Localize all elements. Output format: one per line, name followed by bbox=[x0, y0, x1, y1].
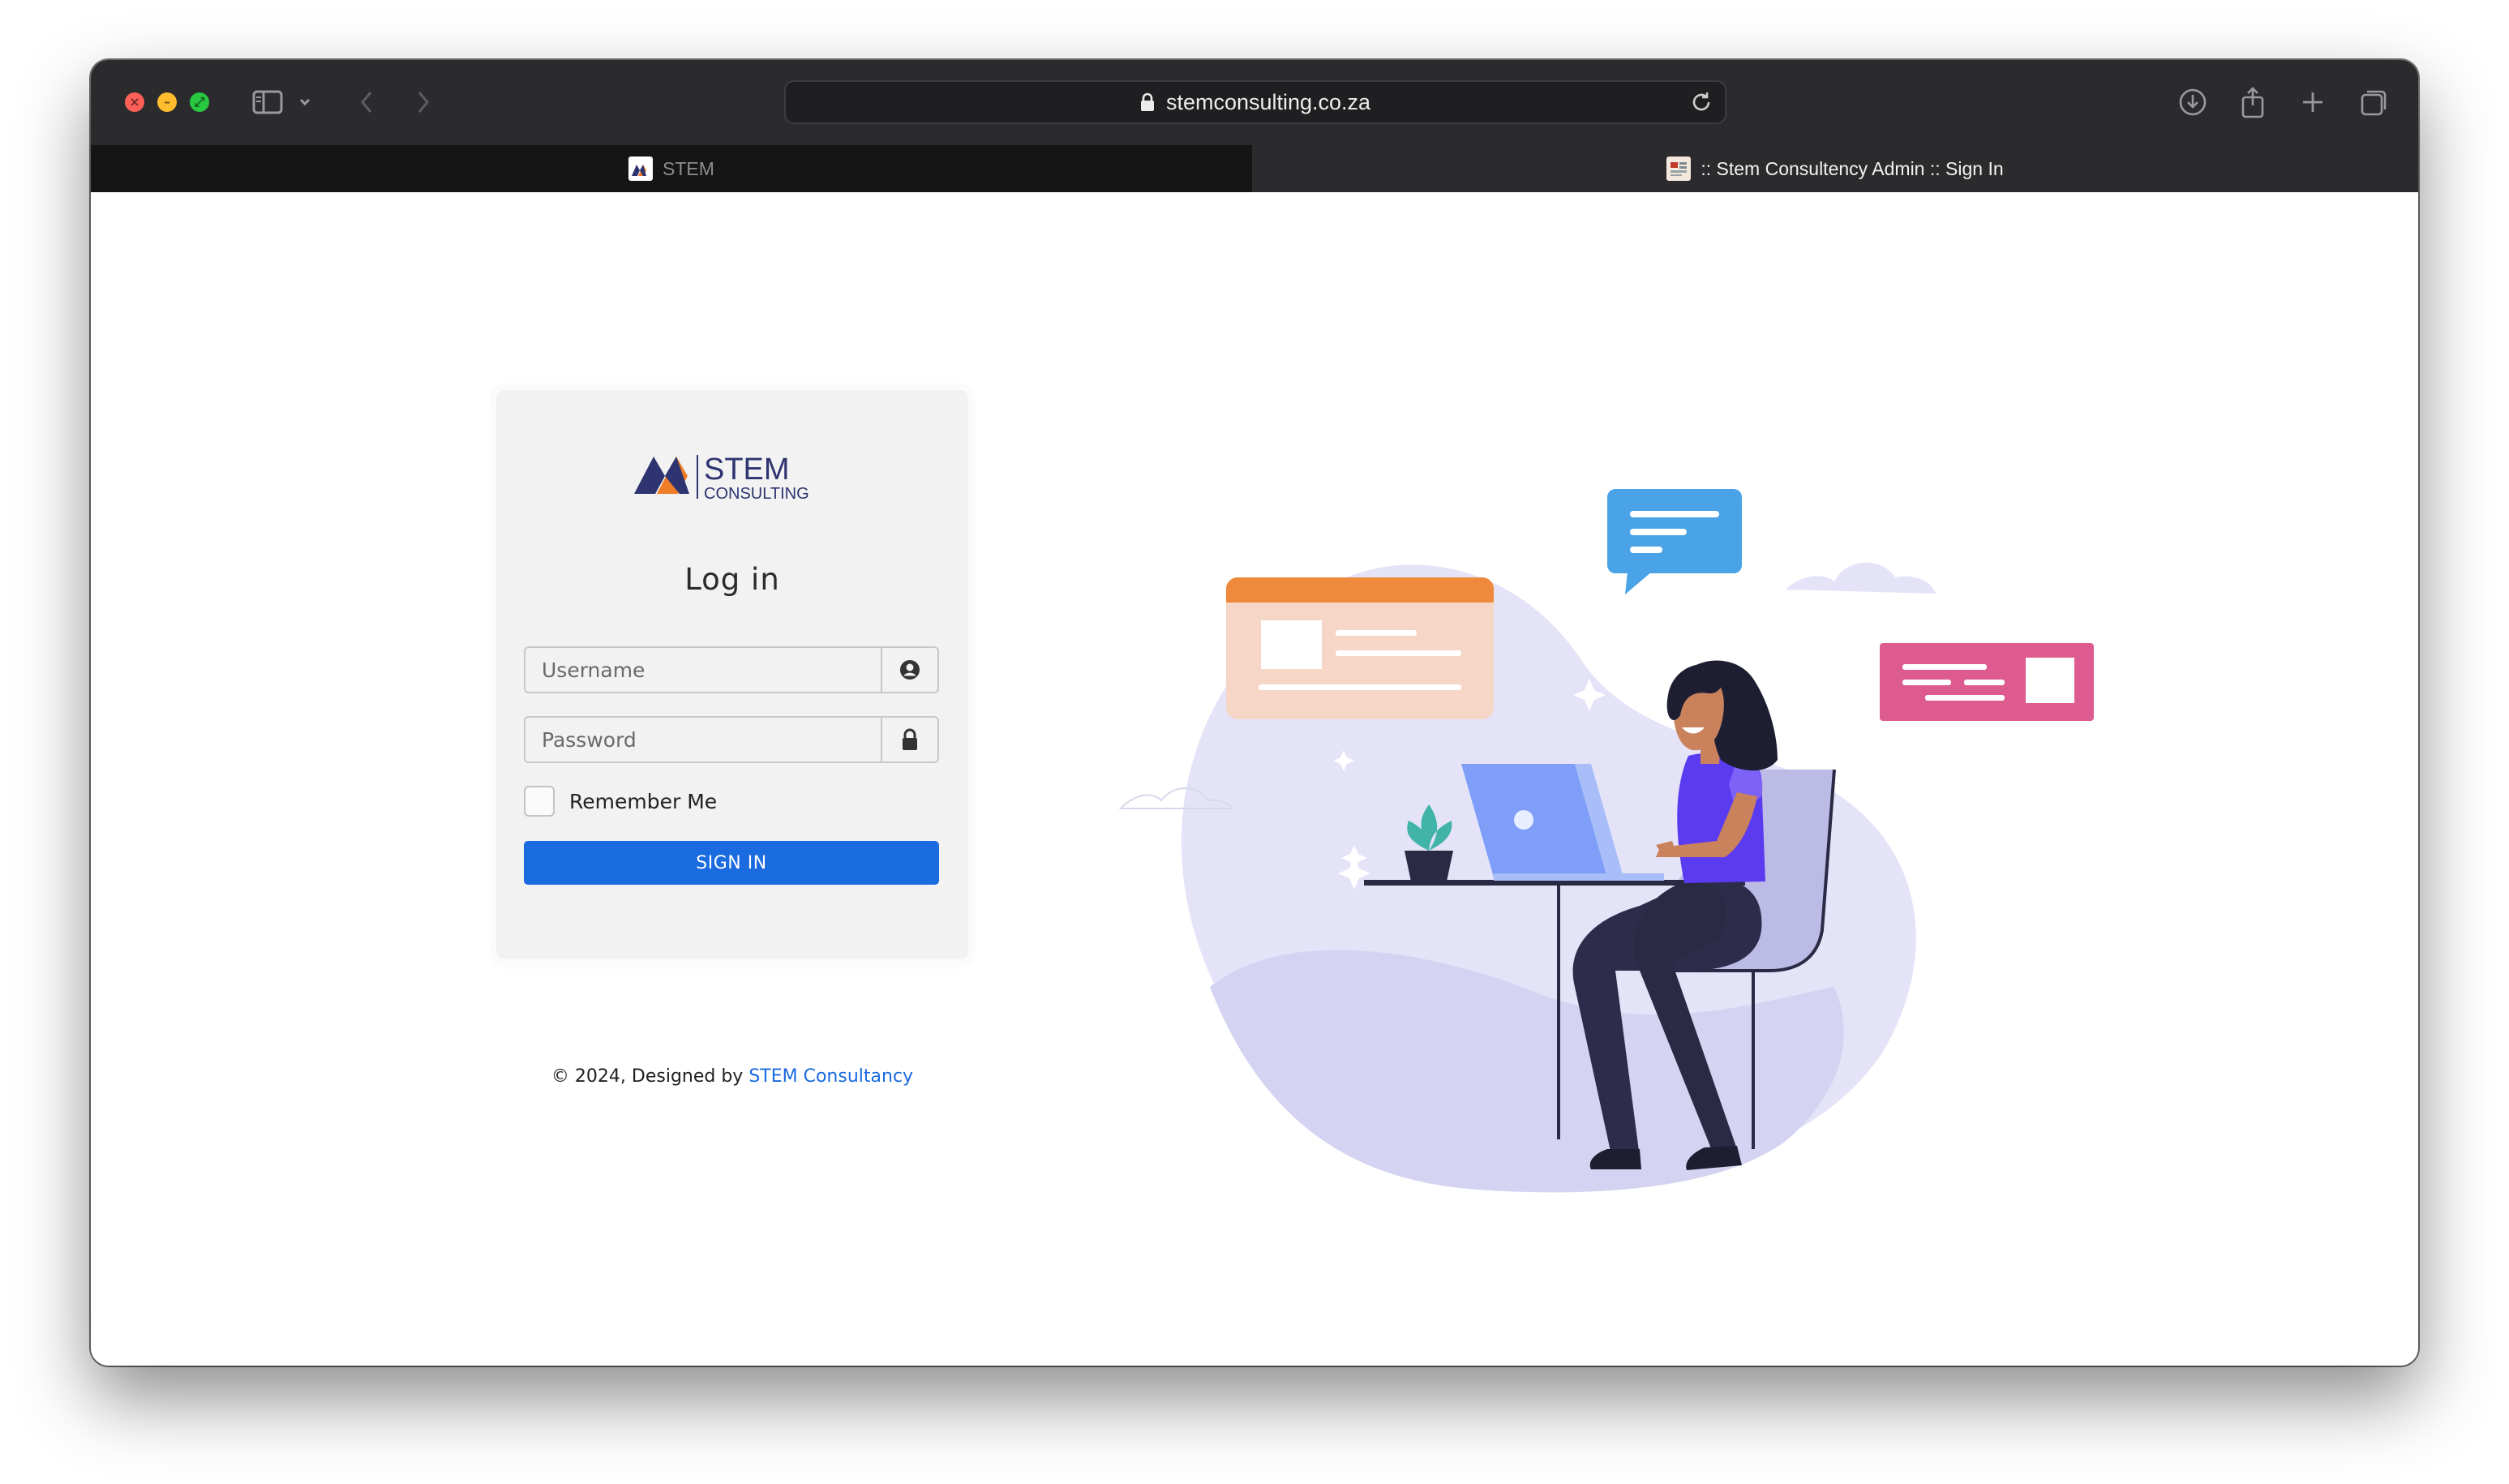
url-text: stemconsulting.co.za bbox=[1165, 89, 1371, 114]
browser-window: × – ⤢ stemconsulting.co.za STEM:: Stem … bbox=[91, 60, 2418, 1366]
footer-link[interactable]: STEM Consultancy bbox=[748, 1066, 913, 1087]
new-tab-button[interactable] bbox=[2295, 83, 2331, 122]
cloud-shape bbox=[1786, 562, 1936, 594]
share-button[interactable] bbox=[2235, 83, 2271, 122]
close-icon: × bbox=[129, 94, 140, 109]
tab-stem[interactable]: STEM bbox=[91, 145, 1252, 192]
login-title: Log in bbox=[684, 562, 780, 597]
reload-icon bbox=[1692, 92, 1710, 111]
logo-text-stem: STEM bbox=[704, 452, 790, 487]
fullscreen-icon: ⤢ bbox=[194, 94, 205, 109]
remember-me: Remember Me bbox=[524, 786, 717, 817]
tab-overview-button[interactable] bbox=[2357, 83, 2392, 122]
footer: © 2024, Designed by STEM Consultancy bbox=[496, 1066, 968, 1087]
login-card: STEM CONSULTING Log in Remember Me bbox=[496, 390, 968, 959]
page-content: STEM CONSULTING Log in Remember Me bbox=[91, 192, 2418, 1366]
tab-admin-sign-in[interactable]: :: Stem Consultency Admin :: Sign In bbox=[1252, 145, 2418, 192]
tab-label: STEM bbox=[663, 157, 714, 179]
password-addon bbox=[881, 718, 937, 761]
password-field bbox=[524, 716, 939, 763]
logo-text-consulting: CONSULTING bbox=[704, 485, 809, 503]
close-window-button[interactable]: × bbox=[125, 92, 144, 112]
remember-me-label[interactable]: Remember Me bbox=[569, 790, 717, 813]
sidebar-icon bbox=[252, 90, 283, 114]
username-field bbox=[524, 646, 939, 693]
admin-favicon-icon bbox=[1666, 157, 1692, 181]
chevron-right-icon bbox=[418, 92, 429, 113]
share-icon bbox=[2241, 87, 2264, 118]
tab-overview-icon bbox=[2361, 90, 2387, 116]
user-circle-icon bbox=[900, 660, 920, 680]
sign-in-button[interactable]: SIGN IN bbox=[524, 841, 939, 885]
minimize-window-button[interactable]: – bbox=[157, 92, 177, 112]
download-icon bbox=[2179, 88, 2207, 116]
forward-button[interactable] bbox=[407, 83, 440, 122]
minimize-icon: – bbox=[164, 94, 170, 109]
plus-icon bbox=[2303, 92, 2322, 112]
downloads-button[interactable] bbox=[2175, 83, 2211, 122]
address-bar[interactable]: stemconsulting.co.za bbox=[784, 80, 1726, 124]
tab-bar: STEM :: Stem Consultency Admin :: Sign I… bbox=[91, 145, 2418, 192]
stem-favicon-icon bbox=[628, 157, 654, 181]
login-illustration bbox=[1118, 489, 2094, 1193]
fullscreen-window-button[interactable]: ⤢ bbox=[190, 92, 209, 112]
username-addon bbox=[881, 648, 937, 692]
username-input[interactable] bbox=[525, 648, 881, 692]
password-input[interactable] bbox=[525, 718, 881, 761]
reload-button[interactable] bbox=[1689, 90, 1713, 118]
remember-me-checkbox[interactable] bbox=[524, 786, 555, 817]
tab-label: :: Stem Consultency Admin :: Sign In bbox=[1701, 157, 2004, 179]
chevron-down-icon bbox=[299, 98, 311, 106]
plant-pot bbox=[1405, 851, 1453, 881]
lock-icon bbox=[903, 728, 917, 750]
back-button[interactable] bbox=[350, 83, 383, 122]
browser-toolbar: × – ⤢ stemconsulting.co.za bbox=[91, 60, 2418, 145]
sidebar-toggle-button[interactable] bbox=[250, 83, 285, 122]
stem-consulting-logo: STEM CONSULTING bbox=[633, 448, 835, 505]
chevron-left-icon bbox=[361, 92, 372, 113]
tab-group-dropdown[interactable] bbox=[295, 83, 315, 122]
lock-icon bbox=[1140, 92, 1154, 111]
footer-copyright: © 2024, Designed by bbox=[551, 1066, 749, 1087]
